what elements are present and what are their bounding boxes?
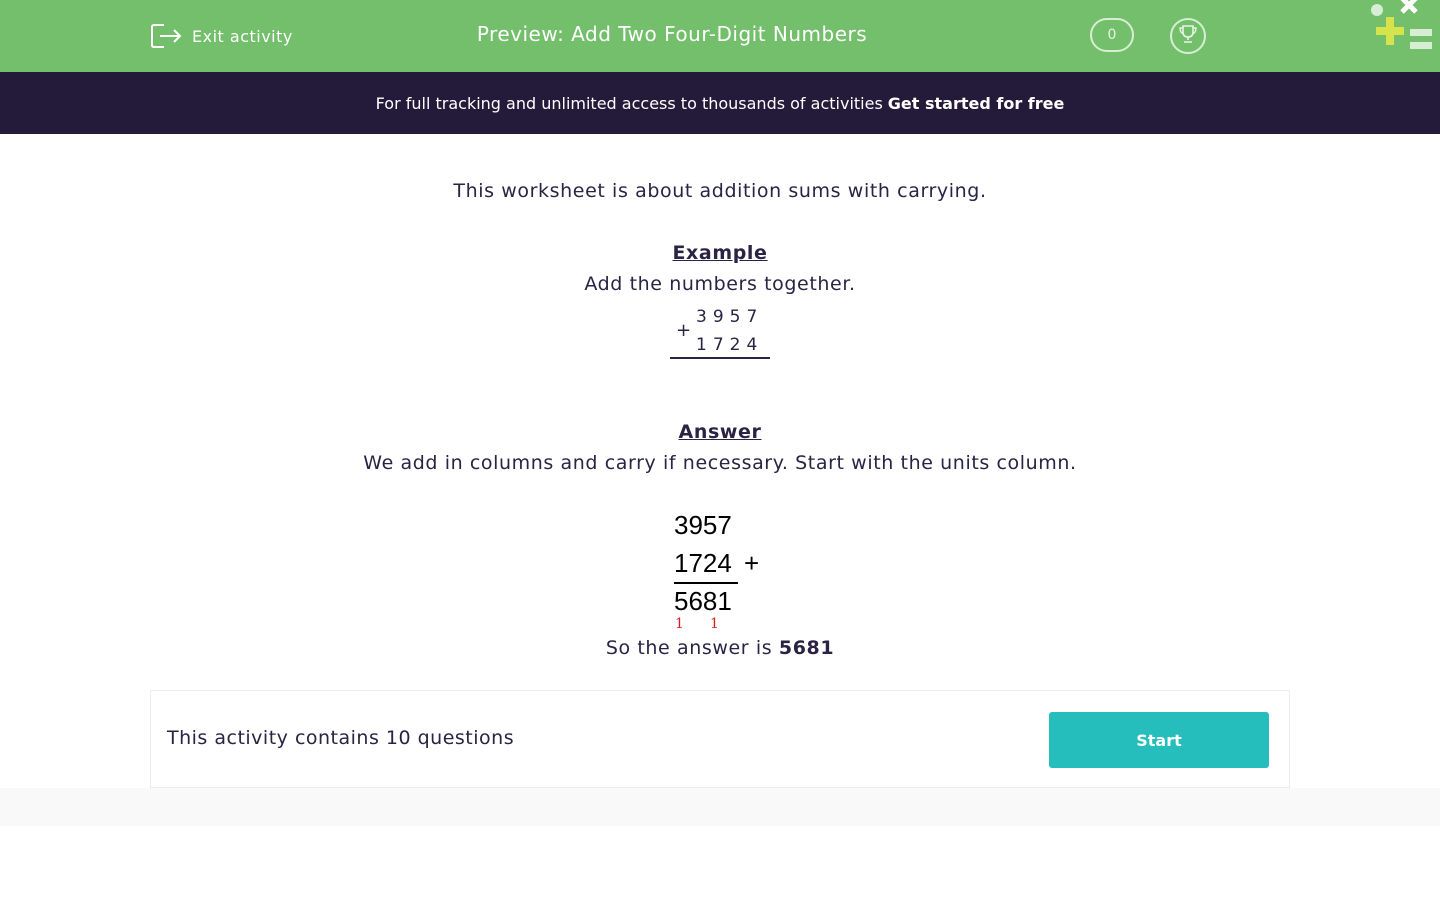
worked-sum-divider	[674, 582, 738, 584]
score-badge: 0	[1090, 18, 1134, 52]
answer-explanation: We add in columns and carry if necessary…	[363, 452, 1077, 474]
example-sum: + 3957 1724	[670, 304, 770, 360]
trophy-icon	[1177, 23, 1199, 49]
promo-text: For full tracking and unlimited access t…	[375, 93, 883, 113]
plus-sign: +	[676, 320, 692, 341]
conclusion-value: 5681	[778, 637, 835, 659]
example-instruction: Add the numbers together.	[584, 273, 856, 295]
question-count-text: This activity contains 10 questions	[167, 727, 515, 749]
conclusion-text: So the answer is 5681	[0, 637, 1440, 659]
answer-heading: Answer	[678, 421, 762, 443]
page-title: Preview: Add Two Four-Digit Numbers	[476, 22, 868, 46]
page-bottom-strip	[0, 788, 1440, 826]
get-started-link[interactable]: Get started for free	[888, 94, 1065, 113]
worked-bottom-number: 1724	[674, 548, 732, 578]
example-bottom-number: 1724	[696, 335, 764, 355]
carry-digit: 1	[710, 616, 719, 632]
start-button[interactable]: Start	[1049, 712, 1269, 768]
example-top-number: 3957	[696, 307, 764, 327]
worked-plus-sign: +	[744, 548, 760, 578]
brand-logo	[1366, 0, 1440, 60]
conclusion-prefix: So the answer is	[605, 637, 773, 659]
promo-banner: For full tracking and unlimited access t…	[0, 72, 1440, 134]
score-value: 0	[1107, 27, 1117, 43]
worked-sum-image: 3957 1724 + 5681 1 1	[674, 510, 774, 632]
worked-result: 5681	[674, 586, 732, 616]
example-heading: Example	[672, 242, 768, 264]
worksheet-content: This worksheet is about addition sums wi…	[0, 134, 1440, 690]
sum-divider	[670, 357, 770, 359]
trophy-button[interactable]	[1170, 18, 1206, 54]
top-bar: Exit activity Preview: Add Two Four-Digi…	[0, 0, 1440, 72]
activity-start-panel: This activity contains 10 questions Star…	[150, 690, 1290, 788]
intro-text: This worksheet is about addition sums wi…	[453, 180, 987, 202]
worked-top-number: 3957	[674, 510, 732, 540]
carry-digit: 1	[675, 616, 684, 632]
